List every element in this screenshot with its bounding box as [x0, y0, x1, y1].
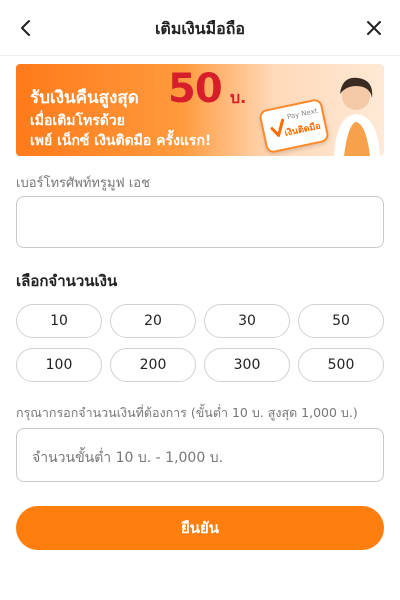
amount-option-200[interactable]: 200: [110, 348, 196, 382]
custom-amount-input[interactable]: จำนวนขั้นต่ำ 10 บ. - 1,000 บ.: [16, 428, 384, 482]
top-bar: เติมเงินมือถือ: [0, 0, 400, 56]
card-title: เงินติดมือ: [283, 121, 322, 139]
person-illustration: [326, 72, 382, 156]
banner-cashback-amount: 50: [168, 66, 223, 112]
confirm-button[interactable]: ยืนยัน: [16, 506, 384, 550]
custom-amount-placeholder: จำนวนขั้นต่ำ 10 บ. - 1,000 บ.: [32, 450, 224, 466]
amount-option-100[interactable]: 100: [16, 348, 102, 382]
amount-option-20[interactable]: 20: [110, 304, 196, 338]
amount-option-10[interactable]: 10: [16, 304, 102, 338]
custom-amount-label: กรุณากรอกจำนวนเงินที่ต้องการ (ขั้นต่ำ 10…: [16, 405, 358, 420]
promo-banner[interactable]: รับเงินคืนสูงสุด 50 บ. เมื่อเติมโทรด้วย …: [16, 64, 384, 156]
amount-option-50[interactable]: 50: [298, 304, 384, 338]
close-icon[interactable]: [362, 16, 386, 40]
amount-section-title: เลือกจำนวนเงิน: [16, 272, 118, 290]
phone-number-input[interactable]: [16, 196, 384, 248]
page-title: เติมเงินมือถือ: [154, 19, 246, 38]
banner-currency: บ.: [230, 88, 247, 107]
amount-option-30[interactable]: 30: [204, 304, 290, 338]
amount-option-300[interactable]: 300: [204, 348, 290, 382]
banner-headline: รับเงินคืนสูงสุด: [30, 88, 139, 108]
banner-brand-line: เพย์ เน็กซ์ เงินติดมือ ครั้งแรก!: [30, 133, 212, 149]
amount-option-500[interactable]: 500: [298, 348, 384, 382]
paynext-card-graphic: Pay Next เงินติดมือ: [258, 97, 330, 155]
banner-subline: เมื่อเติมโทรด้วย: [30, 113, 125, 129]
phone-number-label: เบอร์โทรศัพท์ทรูมูฟ เอช: [16, 176, 150, 191]
